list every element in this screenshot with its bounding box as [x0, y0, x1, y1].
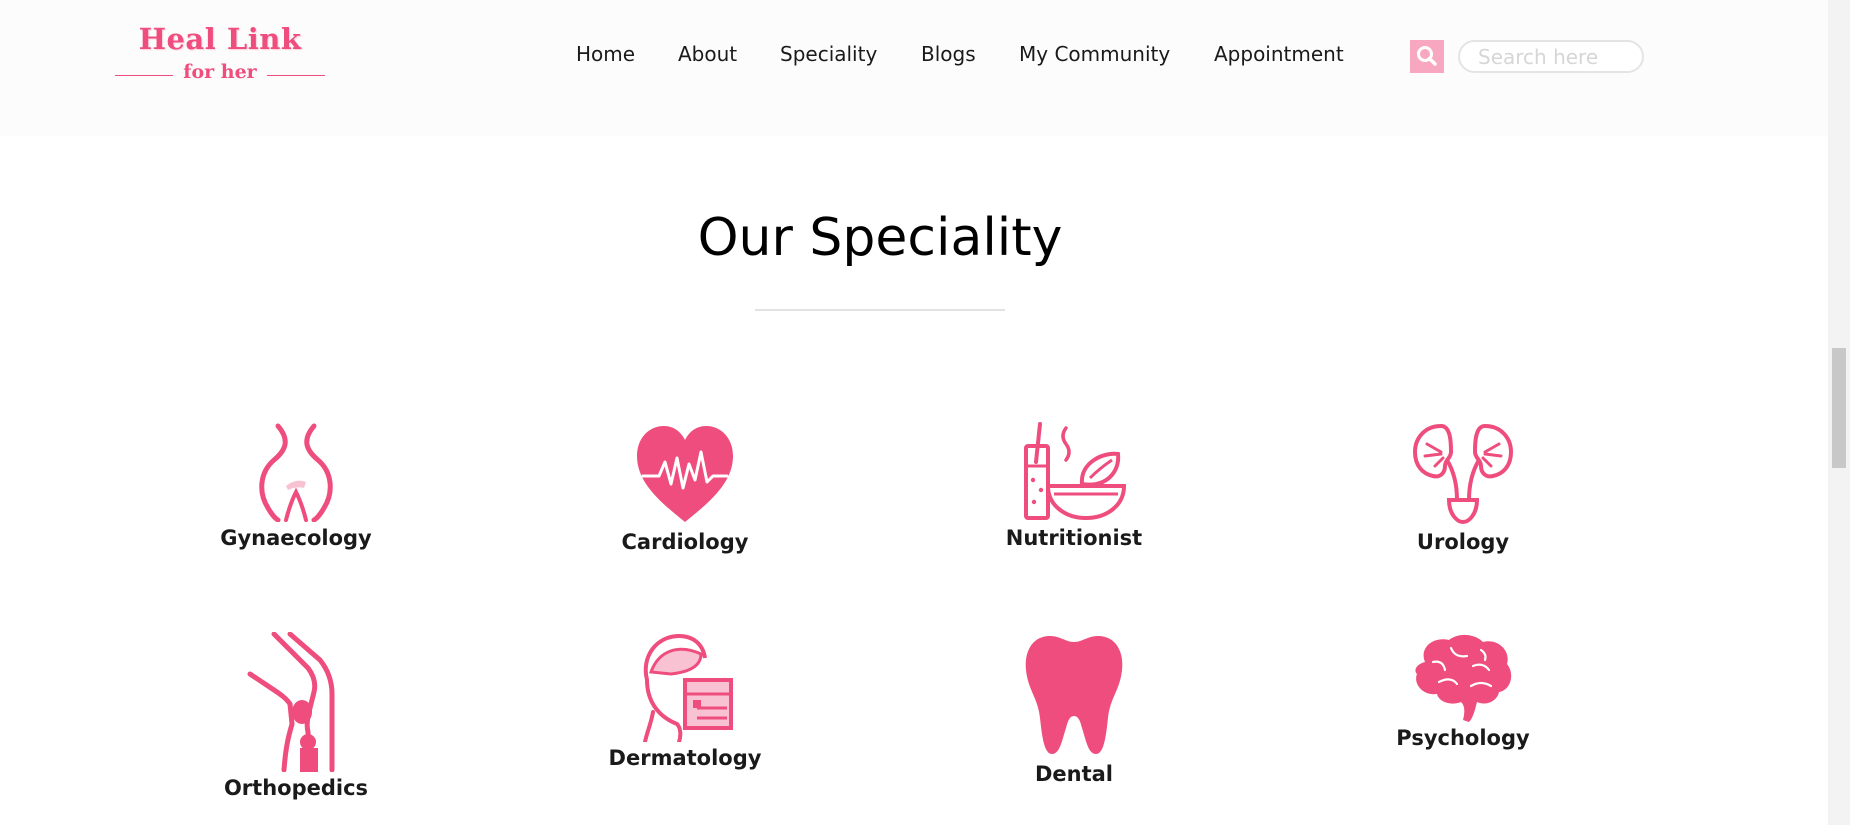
- scrollbar-thumb[interactable]: [1832, 348, 1846, 468]
- nav-home[interactable]: Home: [576, 42, 635, 66]
- speciality-card-urology[interactable]: Urology: [1363, 422, 1563, 554]
- face-skin-icon: [643, 633, 733, 742]
- search-button[interactable]: [1410, 40, 1444, 73]
- speciality-label: Dental: [1034, 762, 1114, 786]
- search-icon: [1417, 46, 1437, 66]
- food-bowl-icon: [1024, 422, 1126, 521]
- knee-joint-icon: [247, 632, 335, 772]
- nav-about[interactable]: About: [678, 42, 737, 66]
- heart-pulse-icon: [637, 426, 733, 522]
- speciality-label: Orthopedics: [223, 776, 369, 800]
- speciality-label: Gynaecology: [220, 526, 372, 550]
- logo-divider-right: [267, 75, 325, 76]
- nav-speciality[interactable]: Speciality: [780, 42, 877, 66]
- search-input[interactable]: [1458, 40, 1644, 73]
- speciality-card-cardiology[interactable]: Cardiology: [585, 422, 785, 554]
- logo-subtitle: for her: [183, 61, 257, 83]
- speciality-label: Cardiology: [621, 530, 749, 554]
- speciality-card-nutritionist[interactable]: Nutritionist: [974, 422, 1174, 550]
- section-title: Our Speciality: [697, 208, 1063, 268]
- speciality-card-orthopedics[interactable]: Orthopedics: [196, 632, 396, 800]
- logo-title: Heal Link: [138, 22, 302, 56]
- speciality-label: Psychology: [1396, 726, 1530, 750]
- nav-my-community[interactable]: My Community: [1019, 42, 1170, 66]
- speciality-label: Urology: [1416, 530, 1510, 554]
- speciality-card-dermatology[interactable]: Dermatology: [585, 632, 785, 770]
- speciality-label: Dermatology: [608, 746, 762, 770]
- pelvis-icon: [259, 423, 333, 522]
- speciality-card-dental[interactable]: Dental: [974, 632, 1174, 786]
- brain-icon: [1415, 634, 1512, 722]
- nav-appointment[interactable]: Appointment: [1214, 42, 1344, 66]
- site-logo[interactable]: Heal Link for her: [115, 22, 325, 88]
- page-scrollbar[interactable]: [1828, 0, 1850, 825]
- site-header: Heal Link for her Home About Speciality …: [0, 0, 1828, 136]
- nav-blogs[interactable]: Blogs: [921, 42, 976, 66]
- tooth-icon: [1025, 636, 1123, 754]
- speciality-card-psychology[interactable]: Psychology: [1363, 632, 1563, 750]
- speciality-card-gynaecology[interactable]: Gynaecology: [196, 422, 396, 550]
- title-divider: [755, 309, 1005, 311]
- speciality-label: Nutritionist: [1005, 526, 1143, 550]
- kidney-icon: [1412, 423, 1514, 525]
